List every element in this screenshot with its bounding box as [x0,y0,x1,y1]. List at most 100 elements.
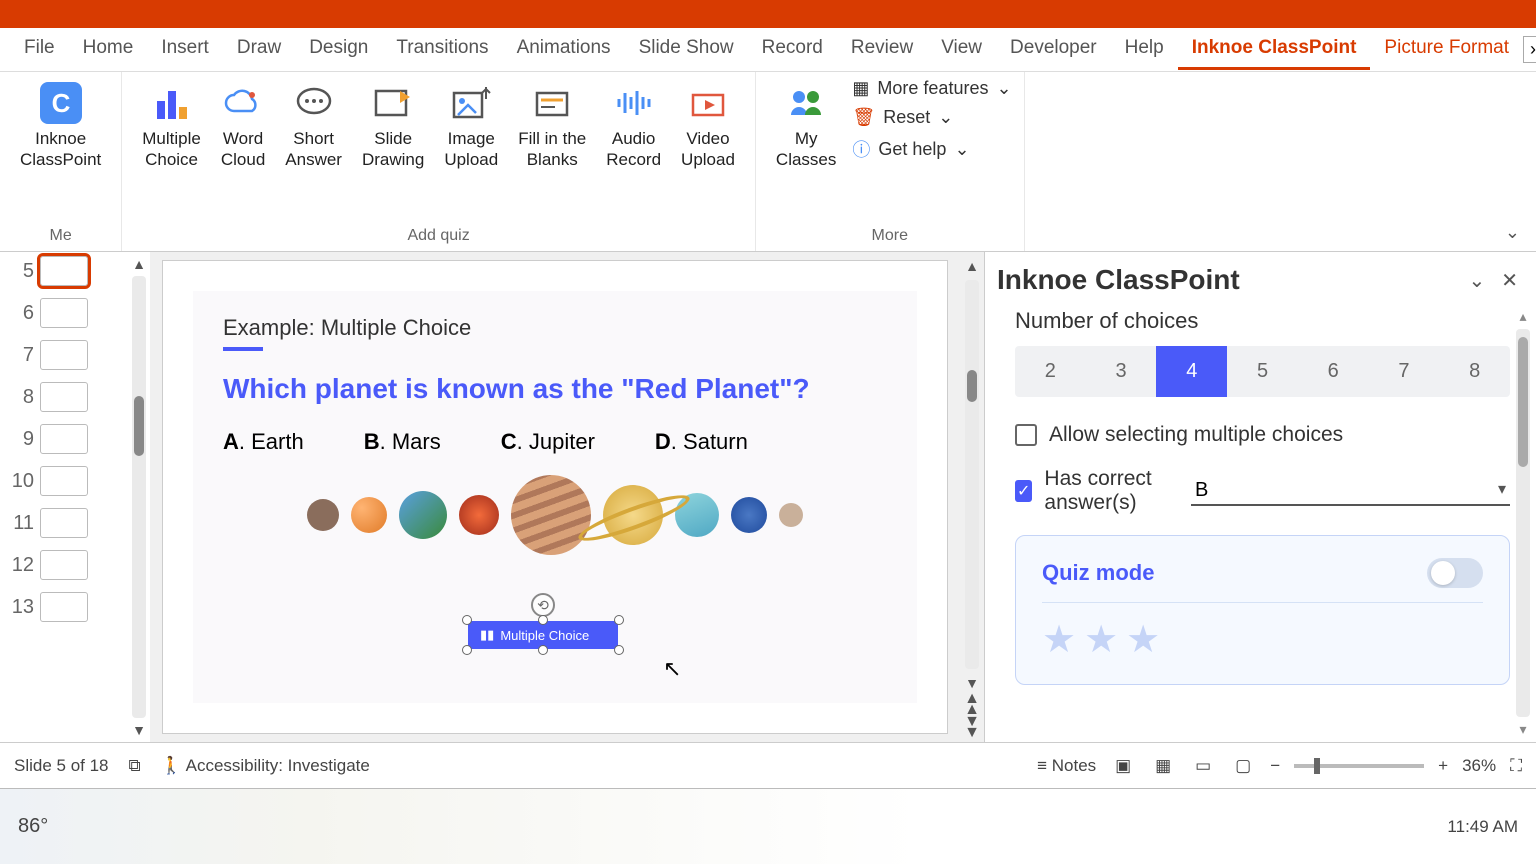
tab-file[interactable]: File [10,29,69,70]
tab-transitions[interactable]: Transitions [382,29,502,70]
display-settings-icon[interactable]: ⧉ [129,756,141,776]
thumb-12[interactable]: 12 [8,550,120,580]
thumb-10[interactable]: 10 [8,466,120,496]
sorter-view-icon[interactable]: ▦ [1150,755,1176,777]
thumb-6[interactable]: 6 [8,298,120,328]
ribbon-short-answer[interactable]: Short Answer [277,78,350,175]
slide-indicator[interactable]: Slide 5 of 18 [14,756,109,776]
scroll-handle[interactable] [134,396,144,456]
resize-handle[interactable] [614,645,624,655]
fit-window-icon[interactable]: ⛶ [1510,756,1522,776]
selected-object[interactable]: ⟲ ▮▮ Multiple Choice [468,621,618,649]
scroll-handle[interactable] [967,370,977,402]
ribbon-collapse[interactable]: ⌄ [1505,222,1520,243]
ribbon-audio-record[interactable]: Audio Record [598,78,669,175]
weather[interactable]: 86° [18,815,48,838]
rotate-handle[interactable]: ⟲ [531,593,555,617]
ribbon-label: Short Answer [285,128,342,171]
pane-scrollbar[interactable]: ▴ ▾ [1514,308,1532,738]
thumb-5[interactable]: 5 [8,256,120,286]
ribbon-my-classes[interactable]: My Classes [768,78,844,175]
correct-answer-input[interactable] [1191,477,1510,506]
star-icon[interactable]: ★ [1084,617,1118,662]
tab-home[interactable]: Home [69,29,148,70]
zoom-in[interactable]: + [1438,756,1448,776]
choice-4[interactable]: 4 [1156,346,1227,397]
tab-slideshow[interactable]: Slide Show [625,29,748,70]
thumb-11[interactable]: 11 [8,508,120,538]
ribbon-label: Multiple Choice [142,128,201,171]
tab-developer[interactable]: Developer [996,29,1111,70]
barchart-icon: ▮▮ [480,627,494,643]
thumb-scrollbar[interactable]: ▲ ▼ [128,252,150,742]
tab-draw[interactable]: Draw [223,29,295,70]
ribbon-video-upload[interactable]: Video Upload [673,78,743,175]
choice-5[interactable]: 5 [1227,346,1298,397]
resize-handle[interactable] [462,615,472,625]
ribbon-reset[interactable]: 🗑Reset ⌄ [852,107,1011,128]
zoom-level[interactable]: 36% [1462,756,1496,776]
ribbon-multiple-choice[interactable]: Multiple Choice [134,78,209,175]
star-icon[interactable]: ★ [1042,617,1076,662]
scroll-up-icon[interactable]: ▲ [963,256,981,276]
next-slide-icon[interactable]: ▼▼ [964,716,980,738]
tab-classpoint[interactable]: Inknoe ClassPoint [1178,29,1371,70]
resize-handle[interactable] [462,645,472,655]
zoom-slider[interactable] [1294,764,1424,768]
ribbon-get-help[interactable]: ⓘGet help ⌄ [852,136,1011,162]
resize-handle[interactable] [614,615,624,625]
canvas-scrollbar[interactable]: ▲ ▼ ▲▲ ▼▼ [960,252,984,742]
ribbon-slide-drawing[interactable]: Slide Drawing [354,78,432,175]
choice-7[interactable]: 7 [1369,346,1440,397]
scroll-down-icon[interactable]: ▼ [132,722,146,738]
thumb-9[interactable]: 9 [8,424,120,454]
choice-6[interactable]: 6 [1298,346,1369,397]
thumb-7[interactable]: 7 [8,340,120,370]
normal-view-icon[interactable]: ▣ [1110,755,1136,777]
notes-button[interactable]: ≡ Notes [1037,756,1096,776]
tab-help[interactable]: Help [1111,29,1178,70]
zoom-out[interactable]: − [1270,756,1280,776]
scroll-down-icon[interactable]: ▾ [1519,721,1526,738]
tab-design[interactable]: Design [295,29,382,70]
resize-handle[interactable] [538,615,548,625]
speech-icon [293,82,335,124]
ribbon-more-features[interactable]: ▦More features ⌄ [852,78,1011,99]
tab-insert[interactable]: Insert [147,29,223,70]
scroll-handle[interactable] [1518,337,1528,467]
star-icon[interactable]: ★ [1126,617,1160,662]
allow-multiple-checkbox[interactable] [1015,424,1037,446]
chevron-down-icon[interactable]: ⌄ [1468,268,1485,293]
ribbon-fill-blanks[interactable]: Fill in the Blanks [510,78,594,175]
tab-record[interactable]: Record [748,29,837,70]
ribbon-word-cloud[interactable]: Word Cloud [213,78,273,175]
difficulty-stars[interactable]: ★ ★ ★ [1042,617,1483,662]
choice-3[interactable]: 3 [1086,346,1157,397]
slideshow-view-icon[interactable]: ▢ [1230,755,1256,777]
thumb-13[interactable]: 13 [8,592,120,622]
svg-text:C: C [51,88,70,118]
ribbon-image-upload[interactable]: Image Upload [436,78,506,175]
tab-view[interactable]: View [927,29,996,70]
reading-view-icon[interactable]: ▭ [1190,755,1216,777]
chevron-down-icon: ⌄ [954,139,969,160]
thumb-8[interactable]: 8 [8,382,120,412]
tab-animations[interactable]: Animations [503,29,625,70]
accessibility[interactable]: 🚶 Accessibility: Investigate [161,756,370,776]
slide-canvas[interactable]: Example: Multiple Choice Which planet is… [150,252,960,742]
tab-overflow[interactable]: › [1523,36,1536,63]
has-correct-checkbox[interactable]: ✓ [1015,480,1032,502]
taskbar[interactable]: 86° 11:49 AM [0,788,1536,864]
scroll-up-icon[interactable]: ▲ [132,256,146,272]
resize-handle[interactable] [538,645,548,655]
num-choices: 2 3 4 5 6 7 8 [1015,346,1510,397]
scroll-up-icon[interactable]: ▴ [1519,308,1526,325]
tab-review[interactable]: Review [837,29,927,70]
choice-2[interactable]: 2 [1015,346,1086,397]
ribbon-classpoint[interactable]: C Inknoe ClassPoint [12,78,109,175]
clock[interactable]: 11:49 AM [1447,817,1518,837]
choice-8[interactable]: 8 [1439,346,1510,397]
tab-pictureformat[interactable]: Picture Format [1370,29,1523,70]
close-icon[interactable]: ✕ [1501,268,1518,293]
quiz-mode-toggle[interactable] [1427,558,1483,588]
